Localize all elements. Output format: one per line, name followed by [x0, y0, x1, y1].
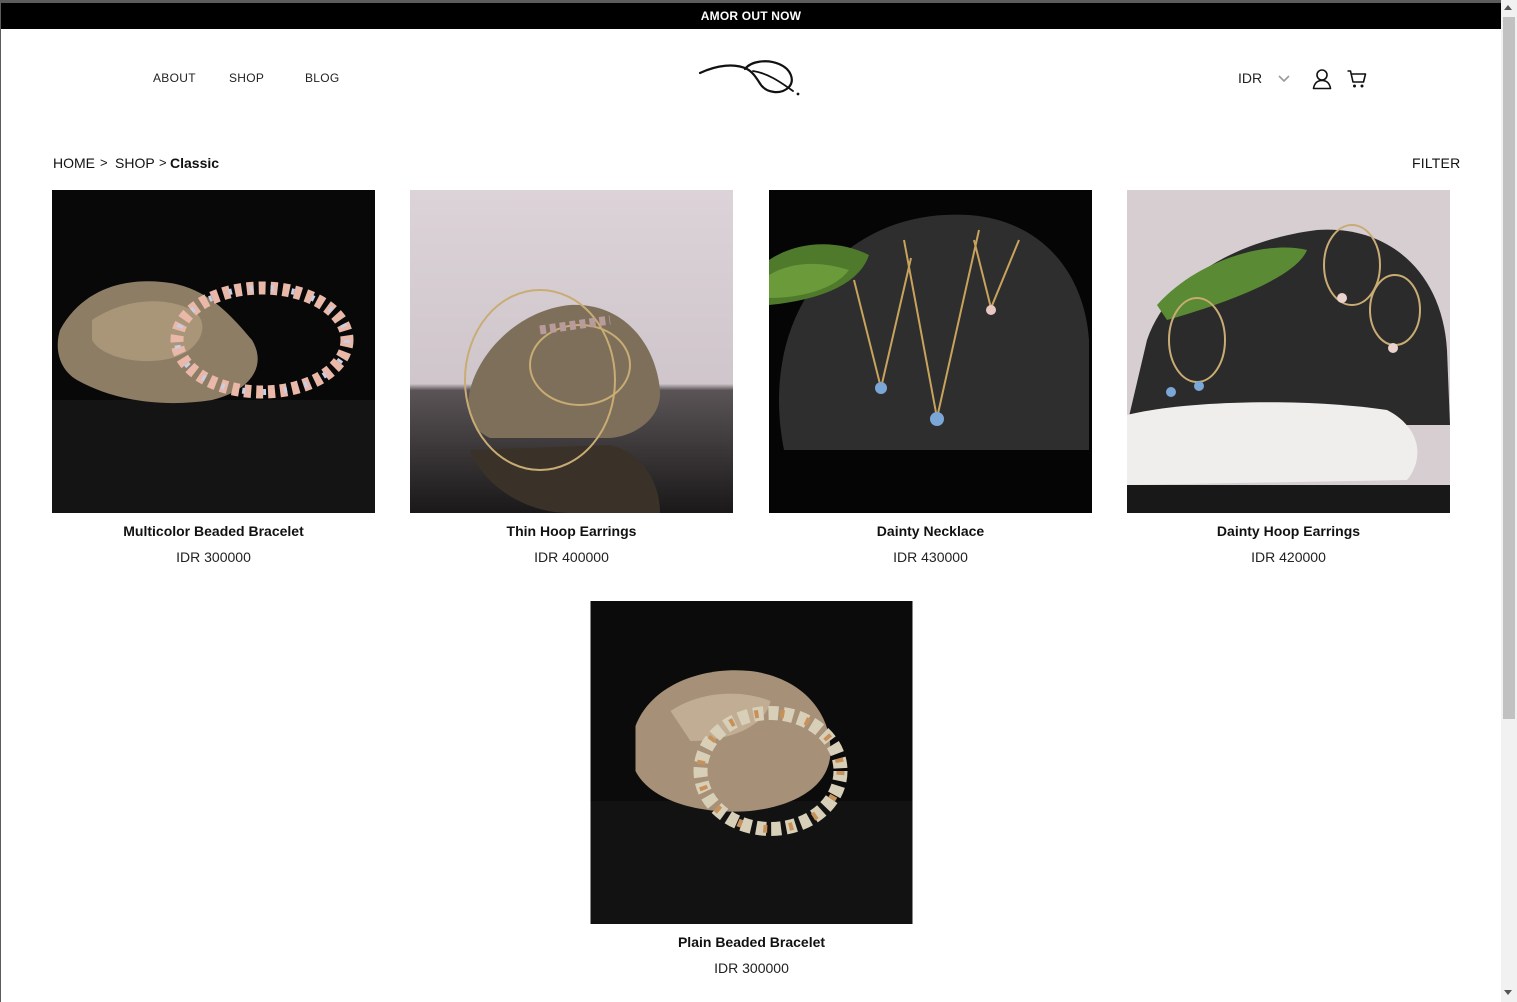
filter-button[interactable]: FILTER	[1412, 155, 1460, 171]
product-image[interactable]	[410, 190, 733, 513]
announcement-bar[interactable]: AMOR OUT NOW	[1, 3, 1501, 29]
product-card[interactable]: Thin Hoop Earrings IDR 400000	[410, 190, 733, 565]
leaf-logo-icon[interactable]	[697, 55, 803, 99]
product-price: IDR 400000	[534, 549, 609, 565]
chevron-down-icon[interactable]	[1277, 73, 1291, 83]
breadcrumb-current: Classic	[170, 155, 220, 171]
product-name[interactable]: Dainty Hoop Earrings	[1127, 523, 1450, 539]
nav-about[interactable]: ABOUT	[153, 71, 196, 85]
product-name[interactable]: Multicolor Beaded Bracelet	[52, 523, 375, 539]
window-frame-left	[0, 0, 1, 1002]
scrollbar-thumb[interactable]	[1503, 17, 1515, 719]
product-price: IDR 420000	[1251, 549, 1326, 565]
scroll-up-arrow-icon[interactable]	[1504, 5, 1512, 10]
nav-blog[interactable]: BLOG	[305, 71, 340, 85]
announcement-text: AMOR OUT NOW	[700, 9, 802, 23]
breadcrumb-separator: >	[159, 155, 167, 170]
product-card[interactable]: Dainty Hoop Earrings IDR 420000	[1127, 190, 1450, 565]
cart-icon[interactable]	[1346, 68, 1368, 90]
product-image[interactable]	[590, 601, 913, 924]
product-price: IDR 300000	[714, 960, 789, 976]
product-card[interactable]: Dainty Necklace IDR 430000	[769, 190, 1092, 565]
product-name[interactable]: Thin Hoop Earrings	[410, 523, 733, 539]
breadcrumb-shop[interactable]: SHOP	[115, 155, 155, 171]
product-name[interactable]: Plain Beaded Bracelet	[590, 934, 913, 950]
currency-selector[interactable]: IDR	[1238, 70, 1262, 86]
nav-shop[interactable]: SHOP	[229, 71, 264, 85]
breadcrumb-separator: >	[100, 155, 108, 170]
product-price: IDR 430000	[893, 549, 968, 565]
product-price: IDR 300000	[176, 549, 251, 565]
product-image[interactable]	[769, 190, 1092, 513]
product-card[interactable]: Multicolor Beaded Bracelet IDR 300000	[52, 190, 375, 565]
product-card[interactable]: Plain Beaded Bracelet IDR 300000	[590, 601, 913, 976]
breadcrumb-home[interactable]: HOME	[53, 155, 95, 171]
product-image[interactable]	[1127, 190, 1450, 513]
scroll-down-arrow-icon[interactable]	[1504, 990, 1512, 995]
user-icon[interactable]	[1311, 68, 1333, 90]
product-image[interactable]	[52, 190, 375, 513]
product-name[interactable]: Dainty Necklace	[769, 523, 1092, 539]
